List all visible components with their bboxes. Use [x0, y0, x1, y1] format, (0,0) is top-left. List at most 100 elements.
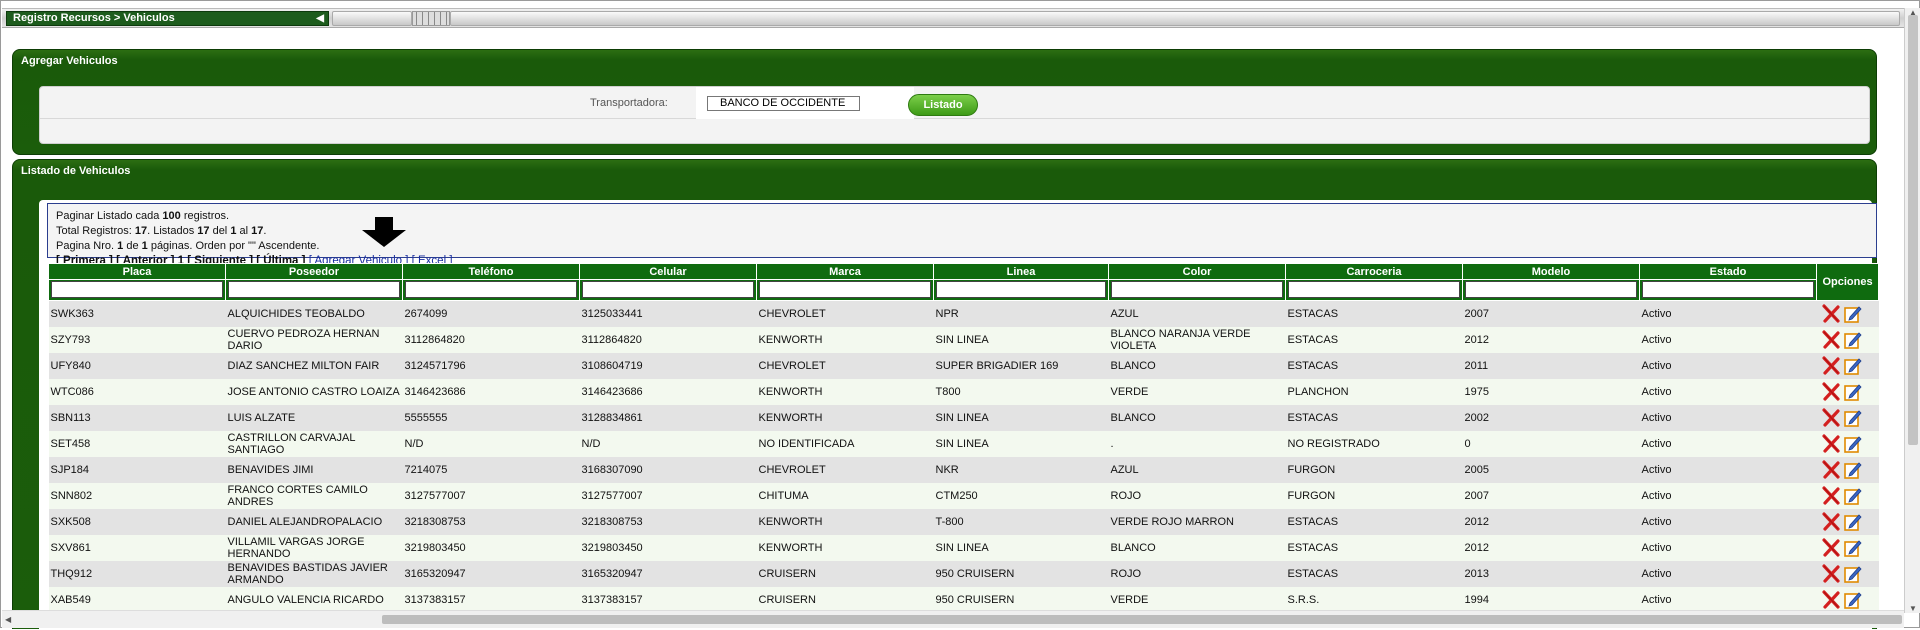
edit-icon[interactable] [1843, 408, 1863, 428]
column-header[interactable]: Estado [1639, 263, 1817, 280]
delete-icon[interactable] [1821, 407, 1841, 428]
edit-icon[interactable] [1843, 564, 1863, 584]
edit-icon[interactable] [1843, 590, 1863, 610]
column-header[interactable]: Marca [756, 263, 934, 280]
cell-poseedor: FRANCO CORTES CAMILO ANDRES [225, 482, 403, 509]
filter-input[interactable] [228, 281, 400, 298]
delete-icon[interactable] [1821, 589, 1841, 610]
cell-marca: NO IDENTIFICADA [756, 430, 934, 457]
cell-modelo: 2007 [1462, 482, 1640, 509]
delete-icon[interactable] [1821, 511, 1841, 532]
filter-input[interactable] [1288, 281, 1460, 298]
cell-linea: 950 CRUISERN [933, 560, 1109, 587]
info-line-1: Paginar Listado cada 100 registros. [56, 210, 230, 222]
column-header[interactable]: Carroceria [1285, 263, 1463, 280]
column-header[interactable]: Teléfono [402, 263, 580, 280]
filter-cell [1639, 279, 1817, 301]
filter-cell [579, 279, 757, 301]
collapse-arrow-icon[interactable]: ◀ [316, 12, 324, 25]
filter-input[interactable] [759, 281, 931, 298]
filter-input[interactable] [1465, 281, 1637, 298]
cell-celular: 3128834861 [579, 404, 757, 431]
cell-poseedor: CUERVO PEDROZA HERNAN DARIO [225, 326, 403, 353]
cell-placa: XAB549 [48, 586, 226, 613]
cell-linea: SIN LINEA [933, 404, 1109, 431]
cell-color: AZUL [1108, 300, 1286, 327]
filter-input[interactable] [582, 281, 754, 298]
delete-icon[interactable] [1821, 563, 1841, 584]
cell-carroceria: FURGON [1285, 456, 1463, 483]
filter-input[interactable] [51, 281, 223, 298]
table-row: SET458 CASTRILLON CARVAJAL SANTIAGO N/D N/D… [48, 430, 1879, 457]
cell-linea: T-800 [933, 508, 1109, 535]
cell-celular: 3168307090 [579, 456, 757, 483]
filter-input[interactable] [936, 281, 1106, 298]
edit-icon[interactable] [1843, 486, 1863, 506]
delete-icon[interactable] [1821, 381, 1841, 402]
filter-cell [402, 279, 580, 301]
cell-color: VERDE ROJO MARRON [1108, 508, 1286, 535]
delete-icon[interactable] [1821, 329, 1841, 350]
cell-marca: KENWORTH [756, 404, 934, 431]
form-row: Transportadora: BANCO DE OCCIDENTE Lista… [40, 87, 1869, 119]
breadcrumb[interactable]: Registro Recursos > Vehiculos ◀ [6, 11, 329, 26]
transportadora-label: Transportadora: [590, 97, 668, 109]
cell-modelo: 1975 [1462, 378, 1640, 405]
listado-button[interactable]: Listado [908, 94, 978, 116]
delete-icon[interactable] [1821, 304, 1841, 324]
scrollbar-thumb[interactable] [382, 615, 1902, 624]
cell-placa: UFY840 [48, 352, 226, 379]
cell-opciones [1816, 508, 1879, 535]
filter-input[interactable] [405, 281, 577, 298]
table-row: SWK363 ALQUICHIDES TEOBALDO 2674099 3125033… [48, 300, 1879, 327]
transportadora-field[interactable]: BANCO DE OCCIDENTE [707, 96, 860, 111]
delete-icon[interactable] [1821, 355, 1841, 376]
delete-icon[interactable] [1821, 537, 1841, 558]
edit-icon[interactable] [1843, 382, 1863, 402]
column-header[interactable]: Color [1108, 263, 1286, 280]
delete-icon[interactable] [1821, 459, 1841, 480]
cell-placa: SJP184 [48, 456, 226, 483]
splitter-grip[interactable] [412, 11, 450, 26]
column-header[interactable]: Celular [579, 263, 757, 280]
scroll-left-icon[interactable]: ◀ [5, 615, 11, 624]
column-header[interactable]: Poseedor [225, 263, 403, 280]
filter-input[interactable] [1111, 281, 1283, 298]
cell-celular: 3137383157 [579, 586, 757, 613]
edit-icon[interactable] [1843, 538, 1863, 558]
cell-opciones [1816, 352, 1879, 379]
cell-carroceria: S.R.S. [1285, 586, 1463, 613]
column-header[interactable]: Linea [933, 263, 1109, 280]
edit-icon[interactable] [1843, 434, 1863, 454]
delete-icon[interactable] [1821, 433, 1841, 454]
column-header[interactable]: Modelo [1462, 263, 1640, 280]
horizontal-scrollbar[interactable]: ◀ [2, 610, 1904, 628]
cell-carroceria: ESTACAS [1285, 560, 1463, 587]
edit-icon[interactable] [1843, 512, 1863, 532]
cell-marca: KENWORTH [756, 378, 934, 405]
delete-icon[interactable] [1821, 485, 1841, 506]
pagination-info: Paginar Listado cada 100 registros. Tota… [47, 203, 1877, 267]
cell-placa: SNN802 [48, 482, 226, 509]
filter-input[interactable] [1642, 281, 1814, 298]
scroll-down-icon[interactable]: ▼ [1909, 604, 1917, 613]
cell-telefono: 7214075 [402, 456, 580, 483]
edit-icon[interactable] [1843, 356, 1863, 376]
cell-color: VERDE [1108, 586, 1286, 613]
scrollbar-thumb[interactable] [1908, 15, 1918, 445]
cell-celular: 3127577007 [579, 482, 757, 509]
cell-color: BLANCO NARANJA VERDE VIOLETA [1108, 326, 1286, 353]
cell-estado: Activo [1639, 326, 1817, 353]
cell-modelo: 2011 [1462, 352, 1640, 379]
cell-carroceria: FURGON [1285, 482, 1463, 509]
edit-icon[interactable] [1843, 330, 1863, 350]
edit-icon[interactable] [1843, 460, 1863, 480]
vertical-scrollbar[interactable]: ▲ ▼ [1904, 8, 1920, 613]
cell-estado: Activo [1639, 534, 1817, 561]
column-header[interactable]: Placa [48, 263, 226, 280]
column-header[interactable]: Opciones [1816, 263, 1879, 301]
edit-icon[interactable] [1843, 304, 1863, 324]
cell-marca: KENWORTH [756, 326, 934, 353]
cell-linea: SIN LINEA [933, 430, 1109, 457]
cell-poseedor: DANIEL ALEJANDROPALACIO [225, 508, 403, 535]
